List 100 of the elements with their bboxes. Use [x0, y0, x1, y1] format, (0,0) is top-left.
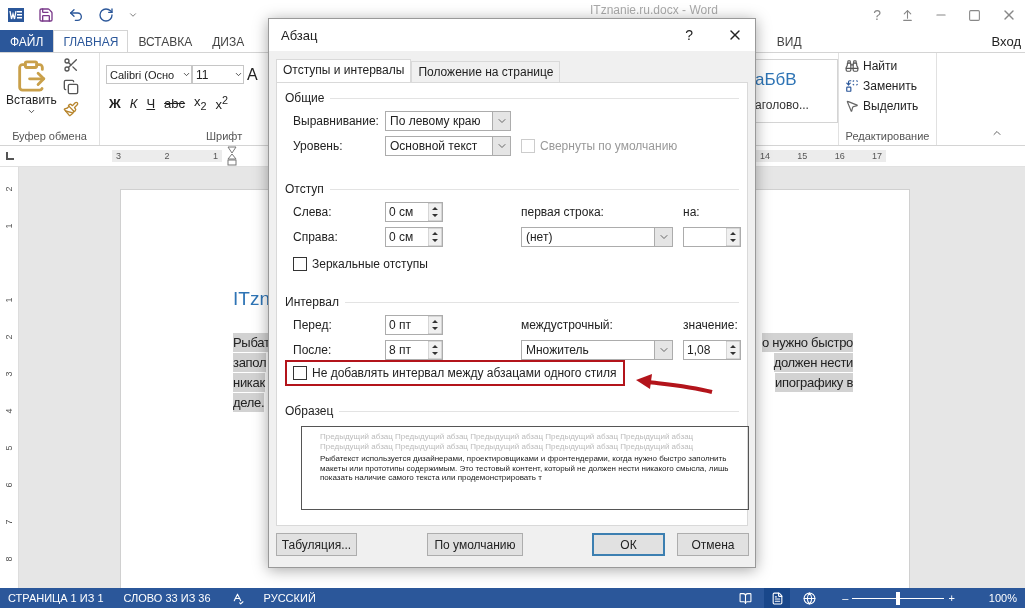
caret-icon [26, 107, 36, 116]
selected-text: о нужно быстро [762, 333, 853, 352]
zoom-level: 100% [988, 592, 1017, 604]
ruler-number: 1 [4, 297, 14, 303]
selected-text: деле. [233, 393, 265, 412]
format-button[interactable]: x$^{2}$ [212, 94, 232, 113]
customize-icon[interactable] [128, 10, 138, 20]
window-title: ITznanie.ru.docx - Word [590, 3, 718, 17]
dialog-button[interactable]: ОК [592, 533, 665, 556]
spin-field[interactable]: 0 см [385, 202, 443, 222]
sign-in-link[interactable]: Вход [991, 33, 1025, 49]
checkbox[interactable] [293, 366, 307, 380]
redo-icon[interactable] [98, 7, 114, 23]
language-label: РУССКИЙ [263, 592, 316, 604]
field-label: значение: [683, 318, 739, 332]
section-title: Образец [285, 404, 334, 418]
selected-text: ипографику в [775, 373, 853, 392]
spin-arrows-icon[interactable] [726, 341, 740, 359]
ruler-number: 1 [4, 223, 14, 229]
ruler-number: 8 [4, 556, 14, 562]
replace-icon [845, 79, 859, 93]
scissors-icon[interactable] [62, 57, 79, 73]
spin-arrows-icon[interactable] [726, 228, 740, 246]
zoom-in-button[interactable]: + [948, 592, 955, 604]
style-sample: аБбВ [755, 70, 798, 90]
spin-field[interactable]: 1,08 [683, 340, 741, 360]
tab-selector-icon[interactable] [5, 151, 15, 161]
dialog-tab[interactable]: Отступы и интервалы [276, 59, 412, 82]
spin-field[interactable]: 0 см [385, 227, 443, 247]
edit-command[interactable]: Найти [845, 59, 930, 73]
format-button[interactable]: Ж [106, 95, 124, 111]
selected-text: должен нести [773, 353, 853, 372]
spin-field[interactable] [683, 227, 741, 247]
binoculars-icon [845, 59, 859, 73]
dialog-button[interactable]: По умолчанию [427, 533, 523, 556]
help-button[interactable]: ? [685, 27, 693, 43]
selected-text: Рыбат [233, 333, 270, 352]
section-title: Отступ [285, 182, 324, 196]
preview-previous-text: Предыдущий абзац Предыдущий абзац Предыдущий абзац Предыдущий абзац Предыдущий абзац Предыдущий абзац Предыдущий абзац Предыдущий абзац Предыдущий абзац Предыдущий абзац [320, 432, 695, 451]
zoom-thumb[interactable] [896, 591, 901, 605]
format-button[interactable]: abc [161, 95, 189, 111]
ruler-number: 15 [797, 151, 808, 161]
spin-field[interactable]: 8 пт [385, 340, 443, 360]
pointer-icon [845, 99, 859, 113]
alignment-dropdown[interactable]: По левому краю [385, 111, 511, 131]
line-spacing-dropdown[interactable]: Множитель [521, 340, 673, 360]
ruler-number: 6 [4, 482, 14, 488]
first-line-dropdown[interactable]: (нет) [521, 227, 673, 247]
paste-button[interactable]: Вставить [6, 57, 57, 130]
field-label: первая строка: [521, 205, 605, 219]
ruler-number: 16 [834, 151, 845, 161]
spin-arrows-icon[interactable] [428, 316, 442, 334]
ruler-number: 17 [872, 151, 882, 161]
spin-arrows-icon[interactable] [428, 341, 442, 359]
checkbox-label: Зеркальные отступы [312, 257, 428, 271]
page-icon[interactable] [770, 591, 784, 605]
format-button[interactable]: x$_{2}$ [191, 94, 210, 112]
field-label: Выравнивание: [293, 114, 380, 128]
group-label: Редактирование [845, 130, 930, 144]
book-icon[interactable] [738, 591, 752, 605]
checkbox-label: Не добавлять интервал между абзацами одного стиля [312, 366, 617, 380]
edit-command[interactable]: Выделить [845, 99, 930, 113]
dialog-tab[interactable]: Положение на странице [411, 61, 561, 82]
help-button[interactable]: ? [873, 7, 881, 23]
group-label: Буфер обмена [11, 130, 88, 144]
spin-arrows-icon[interactable] [428, 228, 442, 246]
save-icon[interactable] [38, 7, 54, 23]
level-dropdown[interactable]: Основной текст [385, 136, 511, 156]
ribbon-tab[interactable]: ГЛАВНАЯ [53, 30, 129, 52]
ribbon-tab[interactable]: ФАЙЛ [0, 30, 54, 52]
maximize-icon[interactable] [968, 8, 981, 22]
selected-text: никак [233, 373, 265, 392]
dialog-button[interactable]: Отмена [677, 533, 749, 556]
selected-text: запол [233, 353, 267, 372]
caret-icon [182, 70, 191, 79]
brush-icon[interactable] [62, 101, 79, 117]
checkbox[interactable] [293, 257, 307, 271]
format-button[interactable]: К [126, 95, 141, 111]
dialog-title: Абзац [281, 27, 319, 43]
ruler-number: 4 [4, 408, 14, 414]
spin-field[interactable]: 0 пт [385, 315, 443, 335]
spin-arrows-icon[interactable] [428, 203, 442, 221]
font-size-field[interactable]: 11 [192, 65, 244, 84]
caret-icon [234, 70, 243, 79]
font-name-field[interactable]: Calibri (Осно [106, 65, 192, 84]
dialog-button[interactable]: Табуляция... [276, 533, 357, 556]
format-button[interactable]: Ч [143, 95, 159, 111]
zoom-out-button[interactable]: – [842, 592, 849, 604]
undo-icon[interactable] [68, 7, 84, 23]
field-label: на: [683, 205, 701, 219]
indent-marker-icon[interactable] [227, 146, 237, 166]
ruler-number: 1 [212, 151, 218, 161]
globe-icon[interactable] [802, 591, 816, 605]
grow-font-button[interactable]: A [244, 65, 261, 84]
edit-command[interactable]: Заменить [845, 79, 930, 93]
ruler-number: 14 [760, 151, 770, 161]
copy-icon[interactable] [62, 79, 79, 95]
ruler-number: 7 [4, 519, 14, 525]
ruler-number: 3 [4, 371, 14, 377]
document-icon[interactable] [8, 7, 24, 23]
